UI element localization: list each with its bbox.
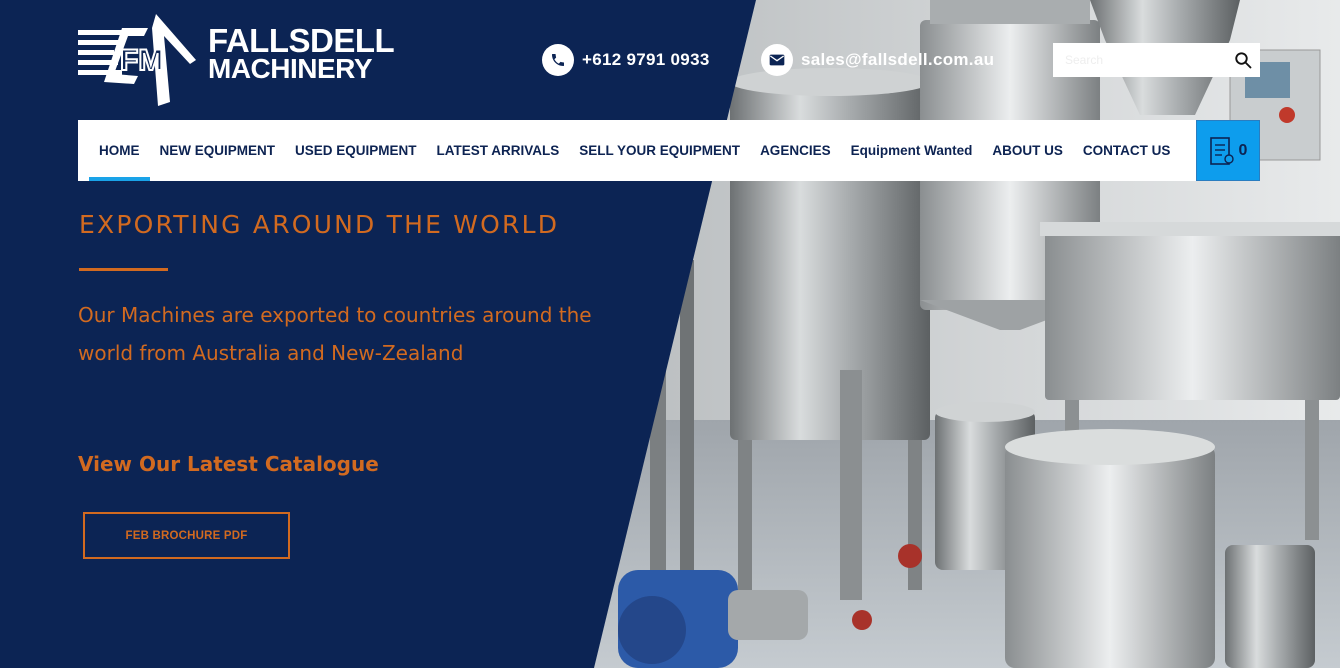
logo-wordmark: FALLSDELL MACHINERY [208,22,395,85]
hero-title: EXPORTING AROUND THE WORLD [79,210,560,239]
phone-number: +612 9791 0933 [582,50,710,69]
fm-logo-mark: FM [78,14,196,106]
nav-used-equipment[interactable]: USED EQUIPMENT [285,120,427,181]
nav-new-equipment[interactable]: NEW EQUIPMENT [150,120,286,181]
site-logo[interactable]: FM FALLSDELL MACHINERY [78,14,430,108]
main-navigation: HOME NEW EQUIPMENT USED EQUIPMENT LATEST… [78,120,1198,181]
phone-contact[interactable]: +612 9791 0933 [542,44,710,76]
nav-agencies[interactable]: AGENCIES [750,120,841,181]
envelope-icon [761,44,793,76]
email-contact[interactable]: sales@fallsdell.com.au [761,44,994,76]
nav-equipment-wanted[interactable]: Equipment Wanted [841,120,983,181]
search-icon [1235,52,1252,69]
logo-line-2: MACHINERY [208,53,373,85]
svg-text:FM: FM [120,44,163,77]
search-button[interactable] [1226,43,1260,77]
quote-list-icon [1209,136,1234,165]
catalogue-heading: View Our Latest Catalogue [78,452,379,476]
quote-cart-button[interactable]: 0 [1196,120,1260,181]
nav-sell-your-equipment[interactable]: SELL YOUR EQUIPMENT [569,120,750,181]
logo-line-1: FALLSDELL [208,22,395,59]
title-underline [79,268,168,271]
search-bar [1053,43,1260,77]
nav-about-us[interactable]: ABOUT US [982,120,1073,181]
nav-latest-arrivals[interactable]: LATEST ARRIVALS [427,120,570,181]
hero-subtitle: Our Machines are exported to countries a… [78,303,592,365]
nav-home[interactable]: HOME [89,120,150,181]
search-input[interactable] [1053,43,1226,77]
nav-contact-us[interactable]: CONTACT US [1073,120,1181,181]
brochure-pdf-button[interactable]: FEB BROCHURE PDF [83,512,290,559]
email-address: sales@fallsdell.com.au [801,50,995,69]
cart-count: 0 [1238,141,1248,159]
phone-icon [542,44,574,76]
